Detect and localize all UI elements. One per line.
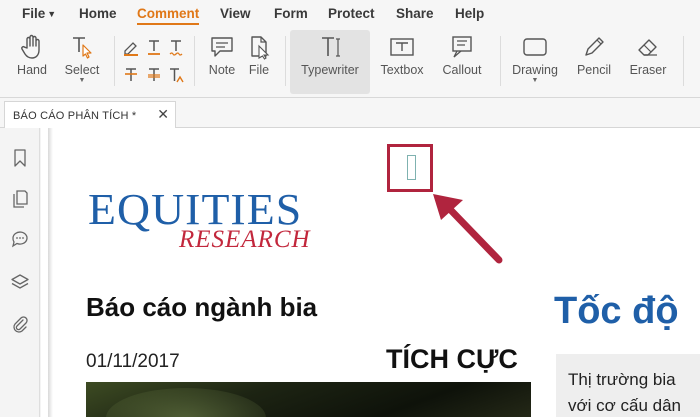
beer-barrel-photo bbox=[86, 382, 531, 417]
select-tool-button[interactable]: Select ▼ bbox=[56, 30, 108, 94]
pencil-tool-label: Pencil bbox=[576, 63, 612, 77]
typewriter-tool-label: Typewriter bbox=[301, 63, 359, 77]
summary-sidebox: Thị trường bia với cơ cấu dân bbox=[556, 354, 700, 417]
typewriter-icon bbox=[322, 37, 340, 57]
textbox-icon bbox=[390, 38, 414, 56]
hand-icon bbox=[21, 34, 40, 59]
select-tool-label: Select bbox=[64, 63, 100, 77]
hand-tool-button[interactable]: Hand bbox=[6, 30, 58, 94]
chevron-down-icon: ▼ bbox=[47, 9, 57, 19]
ribbon-separator bbox=[500, 36, 501, 86]
bookmark-icon[interactable] bbox=[10, 148, 30, 168]
research-logo-text: RESEARCH bbox=[179, 226, 311, 253]
menu-view[interactable]: View bbox=[220, 6, 251, 21]
callout-icon bbox=[452, 36, 472, 58]
summary-line-1: Thị trường bia bbox=[568, 370, 676, 389]
callout-tool-label: Callout bbox=[442, 63, 482, 77]
highlight-text-icon[interactable] bbox=[122, 38, 140, 56]
pencil-icon bbox=[585, 37, 604, 56]
right-column-heading: Tốc độ bbox=[554, 290, 679, 332]
layers-icon[interactable] bbox=[10, 272, 30, 292]
document-page-view[interactable]: EQUITIES RESEARCH Báo cáo ngành bia 01/1… bbox=[41, 128, 700, 417]
ribbon-toolbar: Hand Select ▼ Note File Typewriter Textb… bbox=[0, 26, 700, 98]
menu-help[interactable]: Help bbox=[455, 6, 484, 21]
ribbon-separator bbox=[114, 36, 115, 86]
drawing-tool-button[interactable]: Drawing ▼ bbox=[507, 30, 563, 94]
document-tab[interactable]: BÁO CÁO PHÂN TÍCH * ✕ bbox=[4, 101, 176, 128]
comments-icon[interactable] bbox=[10, 229, 30, 249]
note-icon bbox=[211, 37, 233, 57]
menu-home[interactable]: Home bbox=[79, 6, 117, 21]
eraser-tool-button[interactable]: Eraser bbox=[622, 30, 674, 94]
menu-protect[interactable]: Protect bbox=[328, 6, 375, 21]
text-select-icon bbox=[73, 37, 92, 59]
document-tab-label: BÁO CÁO PHÂN TÍCH * bbox=[13, 110, 137, 122]
drawing-tool-label: Drawing bbox=[512, 63, 558, 77]
menu-bar: File ▼ Home Comment View Form Protect Sha… bbox=[0, 0, 700, 26]
document-tab-bar: BÁO CÁO PHÂN TÍCH * ✕ bbox=[0, 98, 700, 128]
typewriter-insertion-box[interactable] bbox=[407, 155, 416, 180]
ribbon-separator bbox=[285, 36, 286, 86]
chevron-down-icon: ▼ bbox=[78, 77, 86, 84]
left-navigation-panel bbox=[0, 128, 40, 417]
ribbon-separator bbox=[194, 36, 195, 86]
pencil-tool-button[interactable]: Pencil bbox=[568, 30, 620, 94]
drawing-rectangle-icon bbox=[523, 38, 547, 56]
underline-text-icon[interactable] bbox=[145, 38, 163, 56]
textbox-tool-label: Textbox bbox=[380, 63, 424, 77]
ribbon-separator bbox=[683, 36, 684, 86]
hand-tool-label: Hand bbox=[17, 63, 47, 77]
textbox-tool-button[interactable]: Textbox bbox=[376, 30, 428, 94]
typewriter-tool-button[interactable]: Typewriter bbox=[290, 30, 370, 94]
callout-tool-button[interactable]: Callout bbox=[436, 30, 488, 94]
file-attachment-icon bbox=[251, 36, 270, 60]
menu-share[interactable]: Share bbox=[396, 6, 434, 21]
strikeout-text-icon[interactable] bbox=[122, 66, 140, 84]
report-rating: TÍCH CỰC bbox=[386, 344, 518, 374]
eraser-tool-label: Eraser bbox=[629, 63, 667, 77]
menu-file-label: File bbox=[22, 6, 46, 21]
menu-file[interactable]: File ▼ bbox=[22, 6, 56, 21]
page-edge-shadow bbox=[48, 128, 53, 417]
report-title: Báo cáo ngành bia bbox=[86, 292, 318, 322]
summary-line-2: với cơ cấu dân bbox=[568, 396, 682, 415]
pages-thumbnail-icon[interactable] bbox=[10, 189, 30, 209]
file-attach-tool-button[interactable]: File bbox=[233, 30, 285, 94]
eraser-icon bbox=[638, 39, 657, 56]
insert-text-icon[interactable] bbox=[167, 66, 185, 84]
menu-form[interactable]: Form bbox=[274, 6, 308, 21]
pointer-arrow-icon bbox=[433, 194, 503, 264]
menu-comment[interactable]: Comment bbox=[137, 6, 200, 25]
chevron-down-icon: ▼ bbox=[531, 77, 539, 84]
replace-text-icon[interactable] bbox=[145, 66, 163, 84]
report-date: 01/11/2017 bbox=[86, 351, 180, 372]
squiggly-text-icon[interactable] bbox=[167, 38, 185, 56]
attachment-paperclip-icon[interactable] bbox=[10, 314, 30, 334]
file-tool-label: File bbox=[248, 63, 270, 77]
close-icon[interactable]: ✕ bbox=[157, 106, 169, 123]
